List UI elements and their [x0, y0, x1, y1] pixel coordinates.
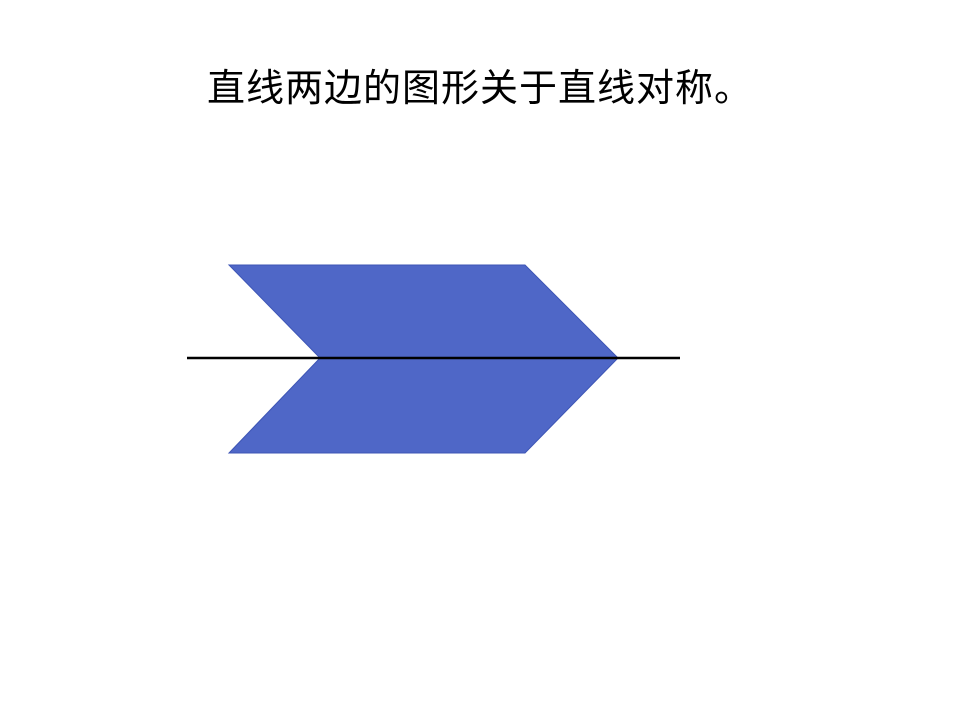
symmetry-figure [187, 264, 680, 454]
arrow-lower-half [227, 357, 620, 454]
slide: 直线两边的图形关于直线对称。 [0, 0, 960, 720]
arrow-upper-half [227, 264, 620, 359]
